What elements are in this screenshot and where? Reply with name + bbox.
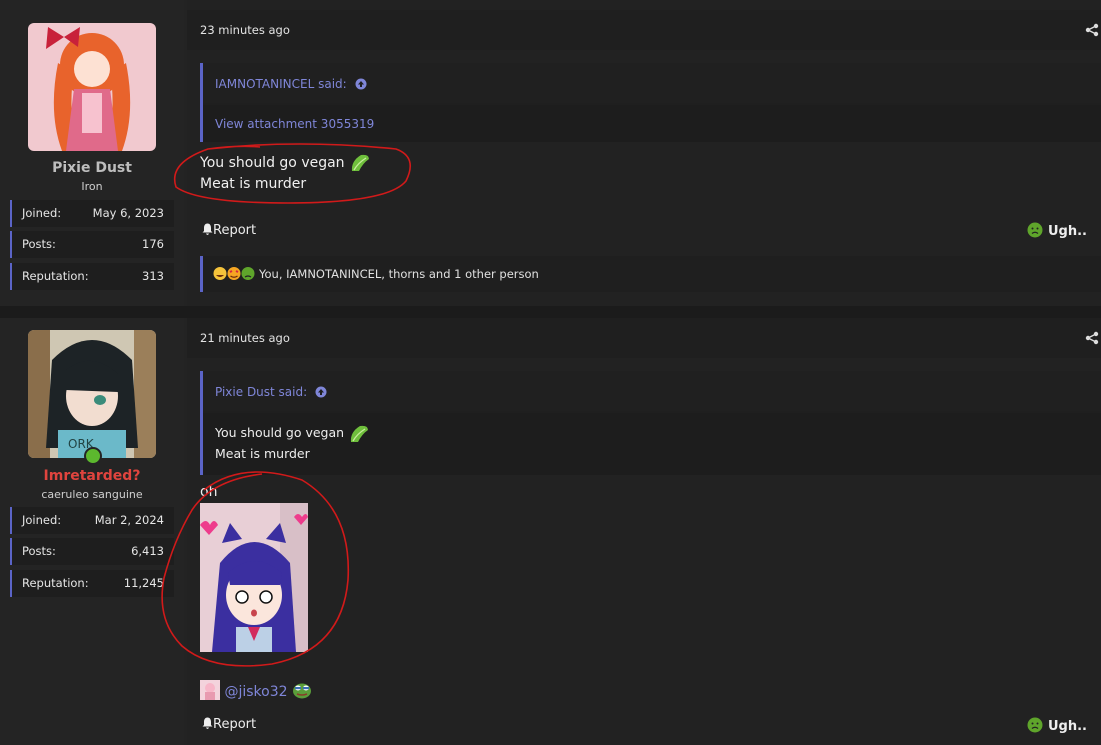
post-separator <box>0 306 1101 318</box>
post-2: ORK Imretarded? caeruleo sanguine Joined… <box>0 318 1101 745</box>
post-body: oh <box>200 484 218 500</box>
stat-label: Reputation: <box>22 269 89 283</box>
mention[interactable]: @jisko32 <box>200 680 312 700</box>
quote-block: IAMNOTANINCEL said: View attachment 3055… <box>200 63 1101 142</box>
post-1: Pixie Dust Iron Joined: May 6, 2023 Post… <box>0 0 1101 306</box>
stat-value: 11,245 <box>123 576 164 590</box>
user-avatar[interactable] <box>28 23 156 151</box>
username[interactable]: Imretarded? <box>0 468 184 484</box>
quote-author-label: Pixie Dust said: <box>215 385 308 399</box>
post-body: You should go vegan Meat is murder <box>200 153 371 195</box>
quoted-text: You should go vegan Meat is murder <box>215 423 370 463</box>
reaction-label: Ugh.. <box>1048 224 1087 239</box>
quote-block: Pixie Dust said: You should go vegan Mea… <box>200 371 1101 475</box>
sick-face-icon <box>1027 717 1043 733</box>
stat-posts: Posts: 176 <box>10 231 174 258</box>
share-icon[interactable] <box>1085 331 1099 345</box>
username[interactable]: Pixie Dust <box>0 160 184 176</box>
stat-joined: Joined: Mar 2, 2024 <box>10 507 174 534</box>
lettuce-icon <box>351 154 370 171</box>
share-icon[interactable] <box>1085 23 1099 37</box>
online-indicator <box>84 447 102 465</box>
report-label: Report <box>213 717 257 732</box>
stat-label: Reputation: <box>22 576 89 590</box>
stat-label: Posts: <box>22 544 56 558</box>
reaction-button[interactable]: Ugh.. <box>1027 717 1087 734</box>
quoted-line: Meat is murder <box>215 445 310 461</box>
reactions-bar[interactable]: You, IAMNOTANINCEL, thorns and 1 other p… <box>200 256 1101 292</box>
stat-value: 313 <box>142 269 164 283</box>
jump-to-quote-icon[interactable] <box>355 78 367 90</box>
post-header: 21 minutes ago <box>187 318 1101 358</box>
reaction-label: Ugh.. <box>1048 719 1087 734</box>
report-button[interactable]: Report <box>202 717 256 732</box>
mention-avatar <box>200 680 220 700</box>
mention-label: @jisko32 <box>224 684 288 700</box>
post-content: 21 minutes ago Pixie Dust said: You shou… <box>187 318 1101 745</box>
stat-value: Mar 2, 2024 <box>94 513 164 527</box>
lettuce-icon <box>350 425 369 442</box>
stat-value: May 6, 2023 <box>92 206 164 220</box>
user-sidebar: ORK Imretarded? caeruleo sanguine Joined… <box>0 318 184 745</box>
post-content: 23 minutes ago IAMNOTANINCEL said: View … <box>187 0 1101 306</box>
post-timestamp[interactable]: 21 minutes ago <box>200 331 290 345</box>
quote-author-label: IAMNOTANINCEL said: <box>215 77 347 91</box>
user-avatar[interactable]: ORK <box>28 330 156 458</box>
sick-face-icon <box>1027 222 1043 238</box>
stat-posts: Posts: 6,413 <box>10 538 174 565</box>
reactions-list[interactable]: You, IAMNOTANINCEL, thorns and 1 other p… <box>259 267 539 281</box>
stat-label: Posts: <box>22 237 56 251</box>
post-header: 23 minutes ago <box>187 10 1101 50</box>
stat-label: Joined: <box>22 206 62 220</box>
quoted-line: You should go vegan <box>215 425 345 440</box>
pepe-icon <box>292 683 311 699</box>
bell-icon <box>202 223 213 235</box>
stat-reputation: Reputation: 11,245 <box>10 570 174 597</box>
quote-author[interactable]: IAMNOTANINCEL said: <box>215 77 367 91</box>
report-button[interactable]: Report <box>202 223 256 238</box>
post-timestamp[interactable]: 23 minutes ago <box>200 23 290 37</box>
stat-label: Joined: <box>22 513 62 527</box>
user-title: caeruleo sanguine <box>41 488 143 501</box>
stat-reputation: Reputation: 313 <box>10 263 174 290</box>
reaction-button[interactable]: Ugh.. <box>1027 222 1087 239</box>
quote-author[interactable]: Pixie Dust said: <box>215 385 327 399</box>
body-line: Meat is murder <box>200 176 307 192</box>
body-line: You should go vegan <box>200 155 345 171</box>
stat-value: 6,413 <box>131 544 164 558</box>
user-title: Iron <box>81 180 103 193</box>
attachment-link[interactable]: View attachment 3055319 <box>215 117 374 131</box>
bell-icon <box>202 717 213 729</box>
report-label: Report <box>213 223 257 238</box>
reaction-emojis-icon <box>213 267 255 280</box>
stat-value: 176 <box>142 237 164 251</box>
stat-joined: Joined: May 6, 2023 <box>10 200 174 227</box>
attached-image[interactable] <box>200 503 308 652</box>
user-sidebar: Pixie Dust Iron Joined: May 6, 2023 Post… <box>0 0 184 306</box>
jump-to-quote-icon[interactable] <box>315 386 327 398</box>
